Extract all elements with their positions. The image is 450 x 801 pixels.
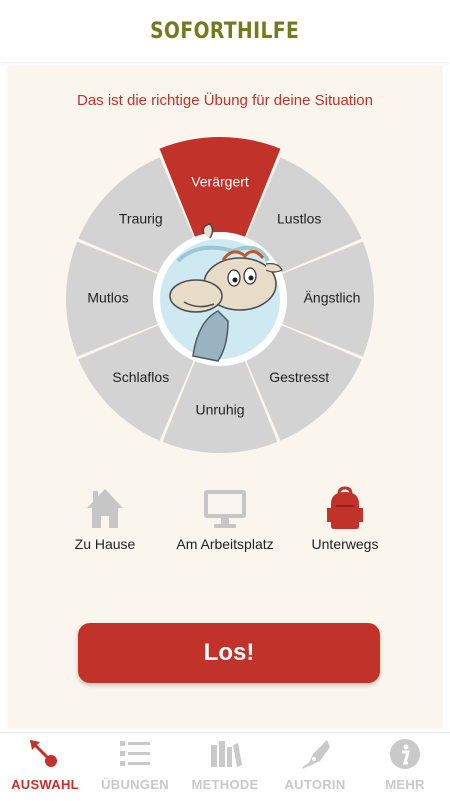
wheel-label: Verärgert	[191, 174, 249, 190]
page-title: SOFORTHILFE	[150, 18, 300, 44]
app-header: SOFORTHILFE	[0, 0, 450, 62]
house-icon	[87, 489, 123, 528]
tab-autorin[interactable]: AUTORIN	[270, 733, 360, 801]
wheel-label: Traurig	[119, 211, 163, 227]
situation-label: Zu Hause	[74, 536, 136, 552]
pen-nib-icon	[302, 740, 330, 769]
info-icon	[390, 739, 420, 769]
situation-label: Unterwegs	[311, 536, 379, 552]
emotion-wheel: Verärgert Lustlos Ängstlich Gestresst Unruhi…	[66, 137, 374, 454]
tab-label: MEHR	[385, 777, 425, 792]
tab-label: AUTORIN	[284, 777, 346, 792]
situation-home[interactable]: Zu Hause	[40, 486, 170, 552]
wheel-label: Unruhig	[195, 402, 244, 418]
backpack-icon	[327, 486, 363, 529]
tab-mehr[interactable]: MEHR	[360, 733, 450, 801]
tab-uebungen[interactable]: ÜBUNGEN	[90, 733, 180, 801]
wheel-label: Ängstlich	[304, 290, 361, 306]
tab-label: AUSWAHL	[11, 777, 79, 792]
monitor-icon	[204, 490, 246, 528]
books-icon	[211, 741, 242, 767]
go-button[interactable]: Los!	[78, 623, 380, 683]
pointer-icon	[29, 739, 57, 767]
situation-selector: Zu Hause Am Arbeitsplatz Unterwegs	[8, 486, 442, 566]
situation-label: Am Arbeitsplatz	[176, 536, 274, 552]
situation-workplace[interactable]: Am Arbeitsplatz	[160, 486, 290, 552]
main-content: Das ist die richtige Übung für deine Sit…	[8, 66, 442, 728]
bottom-tab-bar: AUSWAHL ÜBUNGEN METHODE AUTORIN MEHR	[0, 732, 450, 801]
wheel-label: Schlaflos	[112, 369, 169, 385]
tab-auswahl[interactable]: AUSWAHL	[0, 733, 90, 801]
situation-on-the-go[interactable]: Unterwegs	[280, 486, 410, 552]
tab-label: METHODE	[191, 777, 259, 792]
wheel-label: Gestresst	[269, 369, 329, 385]
wheel-label: Mutlos	[87, 290, 128, 306]
tab-label: ÜBUNGEN	[101, 777, 169, 792]
wheel-label: Lustlos	[277, 211, 321, 227]
tab-methode[interactable]: METHODE	[180, 733, 270, 801]
list-icon	[120, 741, 150, 766]
